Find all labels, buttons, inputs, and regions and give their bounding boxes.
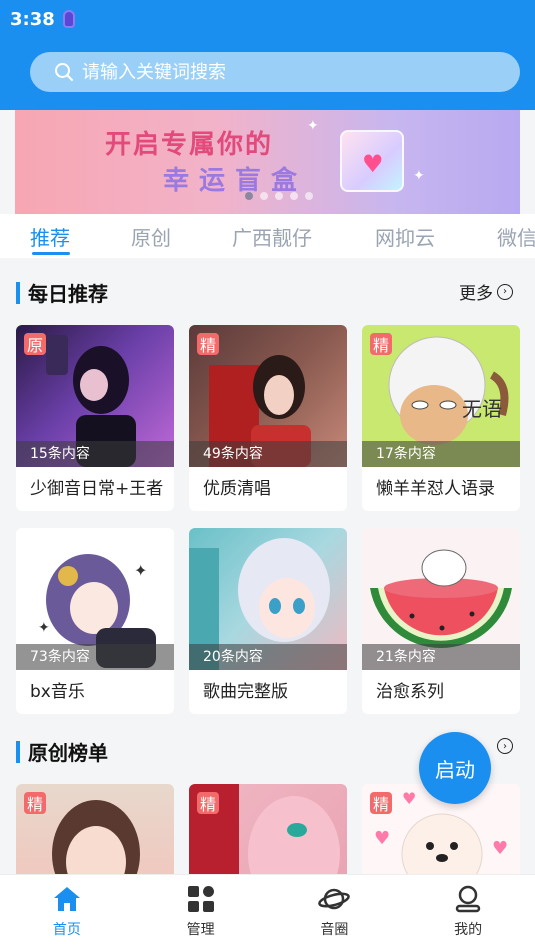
- svg-text:♥: ♥: [374, 828, 390, 849]
- card-count: 73条内容: [16, 644, 174, 670]
- more-button[interactable]: ›: [497, 738, 513, 754]
- banner-pagination: [245, 192, 313, 200]
- nav-label: 音圈: [320, 922, 349, 938]
- card-count: 15条内容: [16, 441, 174, 467]
- nav-home[interactable]: 首页: [0, 875, 134, 951]
- card-title: 治愈系列: [376, 682, 444, 702]
- tab-guangxi[interactable]: 广西靓仔: [232, 222, 312, 251]
- heart-icon: ♥: [362, 150, 384, 178]
- start-fab-button[interactable]: 启动: [419, 732, 491, 804]
- card-count: 17条内容: [362, 441, 520, 467]
- nav-manage[interactable]: 管理: [134, 875, 268, 951]
- more-label: 更多: [459, 284, 493, 304]
- section-accent-bar: [16, 281, 20, 304]
- nav-profile[interactable]: 我的: [401, 875, 535, 951]
- app-notification-icon: [62, 10, 75, 28]
- section-title: 原创榜单: [28, 741, 108, 765]
- card-badge: 精: [197, 333, 219, 355]
- svg-text:♥: ♥: [492, 838, 508, 859]
- pagination-dot: [305, 192, 313, 200]
- category-tabs: 推荐 原创 广西靓仔 网抑云 微信: [0, 214, 535, 258]
- nav-label: 首页: [52, 922, 81, 938]
- tab-recommend[interactable]: 推荐: [30, 222, 70, 251]
- home-icon: [53, 887, 80, 911]
- pagination-dot: [290, 192, 298, 200]
- section-title: 每日推荐: [28, 282, 108, 306]
- tab-wangyiyun[interactable]: 网抑云: [375, 222, 435, 251]
- card-title: 歌曲完整版: [203, 682, 288, 702]
- card-thumbnail: 21条内容: [362, 528, 520, 670]
- svg-text:♥: ♥: [402, 789, 416, 808]
- playlist-card[interactable]: 精 49条内容 优质清唱: [189, 325, 347, 511]
- tab-original[interactable]: 原创: [131, 222, 171, 251]
- user-icon: [455, 885, 481, 913]
- fab-label: 启动: [435, 757, 475, 782]
- chevron-right-icon: ›: [497, 283, 513, 300]
- card-thumbnail: 无语 精 17条内容: [362, 325, 520, 467]
- promo-banner[interactable]: 开启专属你的 幸运盲盒 ✦ ✦ ♥: [15, 110, 520, 214]
- card-count: 20条内容: [189, 644, 347, 670]
- card-badge: 原: [24, 333, 46, 355]
- card-title: 懒羊羊怼人语录: [376, 479, 495, 499]
- status-bar: 3:38: [10, 8, 75, 30]
- active-tab-indicator: [32, 252, 70, 255]
- card-thumbnail: ✦ ✦ 73条内容: [16, 528, 174, 670]
- banner-title: 开启专属你的: [105, 130, 274, 160]
- svg-text:✦: ✦: [38, 620, 50, 636]
- section-header-original: 原创榜单: [16, 737, 108, 766]
- card-badge: 精: [370, 792, 392, 814]
- card-thumbnail: 20条内容: [189, 528, 347, 670]
- bottom-navigation: 首页 管理 音圈 我的: [0, 874, 535, 951]
- grid-icon: [187, 886, 214, 912]
- status-time: 3:38: [10, 8, 55, 30]
- nav-label: 管理: [186, 922, 215, 938]
- more-button[interactable]: 更多 ›: [459, 279, 513, 304]
- nav-circle[interactable]: 音圈: [268, 875, 402, 951]
- card-badge: 精: [24, 792, 46, 814]
- card-badge: 精: [197, 792, 219, 814]
- chevron-right-icon: ›: [497, 738, 513, 754]
- playlist-card[interactable]: 无语 精 17条内容 懒羊羊怼人语录: [362, 325, 520, 511]
- section-accent-bar: [16, 740, 20, 763]
- sparkle-icon: ✦: [413, 168, 425, 184]
- search-input[interactable]: [82, 61, 482, 83]
- tab-wechat[interactable]: 微信: [497, 222, 535, 251]
- gift-box-icon: ♥: [340, 130, 404, 192]
- nav-label: 我的: [454, 922, 483, 938]
- top-header: 3:38: [0, 0, 535, 110]
- playlist-card[interactable]: 原 15条内容 少御音日常+王者: [16, 325, 174, 511]
- card-thumbnail: 精 49条内容: [189, 325, 347, 467]
- card-overlay-text: 无语: [462, 397, 502, 421]
- card-badge: 精: [370, 333, 392, 355]
- card-title: 少御音日常+王者: [30, 479, 164, 499]
- card-title: bx音乐: [30, 682, 85, 702]
- card-thumbnail: 原 15条内容: [16, 325, 174, 467]
- card-count: 21条内容: [362, 644, 520, 670]
- search-icon: [55, 63, 73, 81]
- playlist-card[interactable]: ✦ ✦ 73条内容 bx音乐: [16, 528, 174, 714]
- section-header-daily: 每日推荐: [16, 278, 108, 307]
- search-bar[interactable]: [30, 52, 520, 92]
- planet-icon: [318, 888, 351, 910]
- pagination-dot: [245, 192, 253, 200]
- playlist-card[interactable]: 20条内容 歌曲完整版: [189, 528, 347, 714]
- card-count: 49条内容: [189, 441, 347, 467]
- pagination-dot: [260, 192, 268, 200]
- playlist-card[interactable]: 21条内容 治愈系列: [362, 528, 520, 714]
- svg-text:✦: ✦: [134, 561, 147, 580]
- sparkle-icon: ✦: [307, 118, 319, 134]
- pagination-dot: [275, 192, 283, 200]
- card-title: 优质清唱: [203, 479, 271, 499]
